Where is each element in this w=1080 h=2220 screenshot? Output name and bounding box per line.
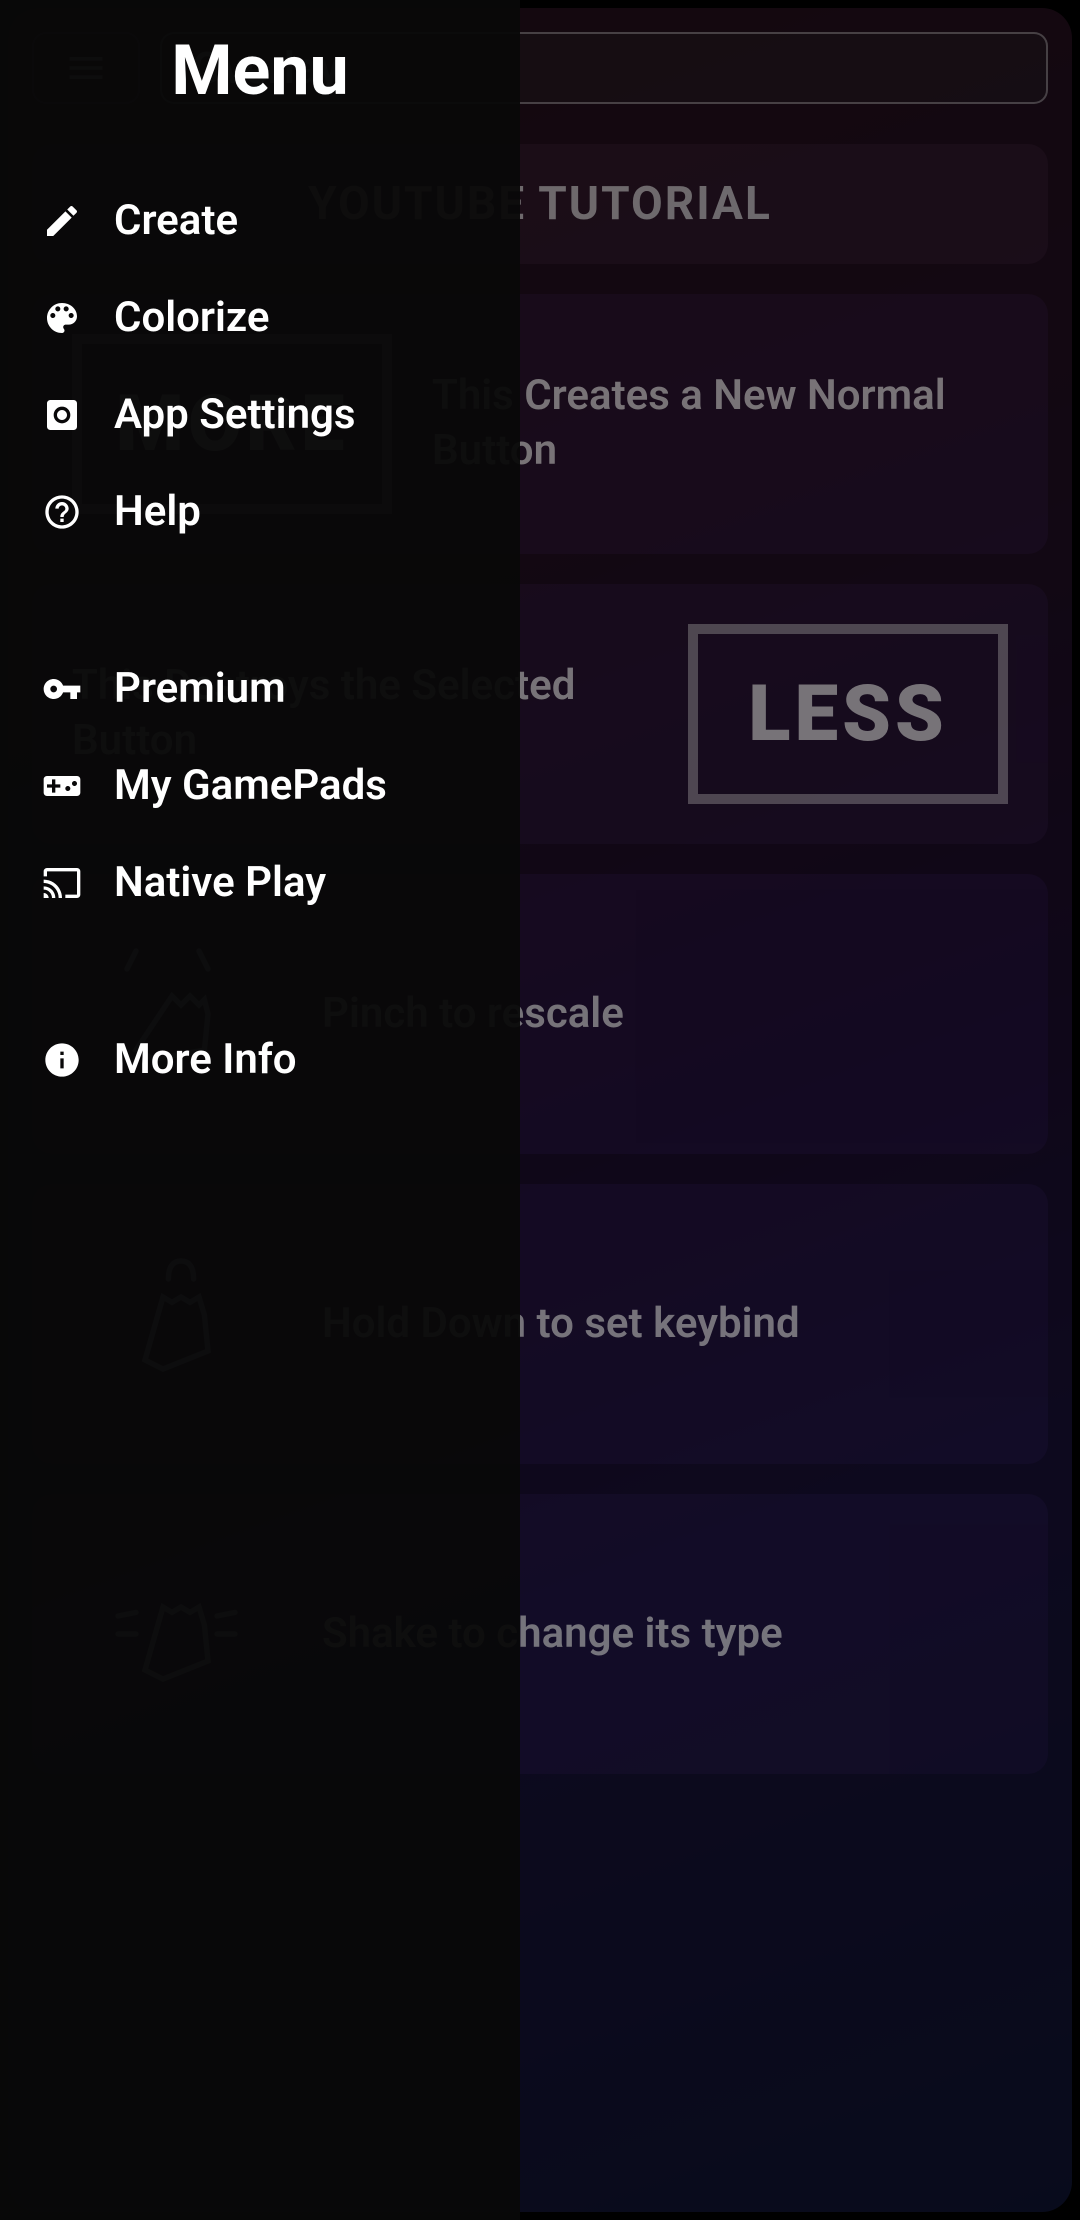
menu-label: My GamePads [114, 761, 387, 810]
pencil-icon [40, 199, 84, 243]
menu-label: Native Play [114, 858, 326, 907]
menu-item-help[interactable]: Help [0, 463, 520, 560]
menu-label: App Settings [114, 390, 356, 439]
help-icon [40, 490, 84, 534]
cast-icon [40, 861, 84, 905]
key-icon [40, 667, 84, 711]
menu-label: Colorize [114, 293, 269, 342]
menu-group-2: Premium My GamePads Native Play [0, 620, 520, 951]
menu-group-1: Create Colorize App Settings Help [0, 152, 520, 580]
menu-item-app-settings[interactable]: App Settings [0, 366, 520, 463]
menu-item-create[interactable]: Create [0, 172, 520, 269]
menu-item-native-play[interactable]: Native Play [0, 834, 520, 931]
menu-group-3: More Info [0, 991, 520, 1128]
gamepad-icon [40, 764, 84, 808]
menu-item-more-info[interactable]: More Info [0, 1011, 520, 1108]
menu-label: Help [114, 487, 201, 536]
drawer-title: Menu [0, 0, 520, 152]
navigation-drawer: Menu Create Colorize App Settings Help [0, 0, 520, 2220]
info-icon [40, 1038, 84, 1082]
menu-label: Create [114, 196, 238, 245]
menu-divider [0, 951, 520, 991]
settings-icon [40, 393, 84, 437]
menu-item-premium[interactable]: Premium [0, 640, 520, 737]
palette-icon [40, 296, 84, 340]
menu-label: Premium [114, 664, 286, 713]
menu-item-colorize[interactable]: Colorize [0, 269, 520, 366]
menu-divider [0, 580, 520, 620]
menu-label: More Info [114, 1035, 297, 1084]
menu-item-my-gamepads[interactable]: My GamePads [0, 737, 520, 834]
less-box[interactable]: LESS [688, 624, 1008, 804]
